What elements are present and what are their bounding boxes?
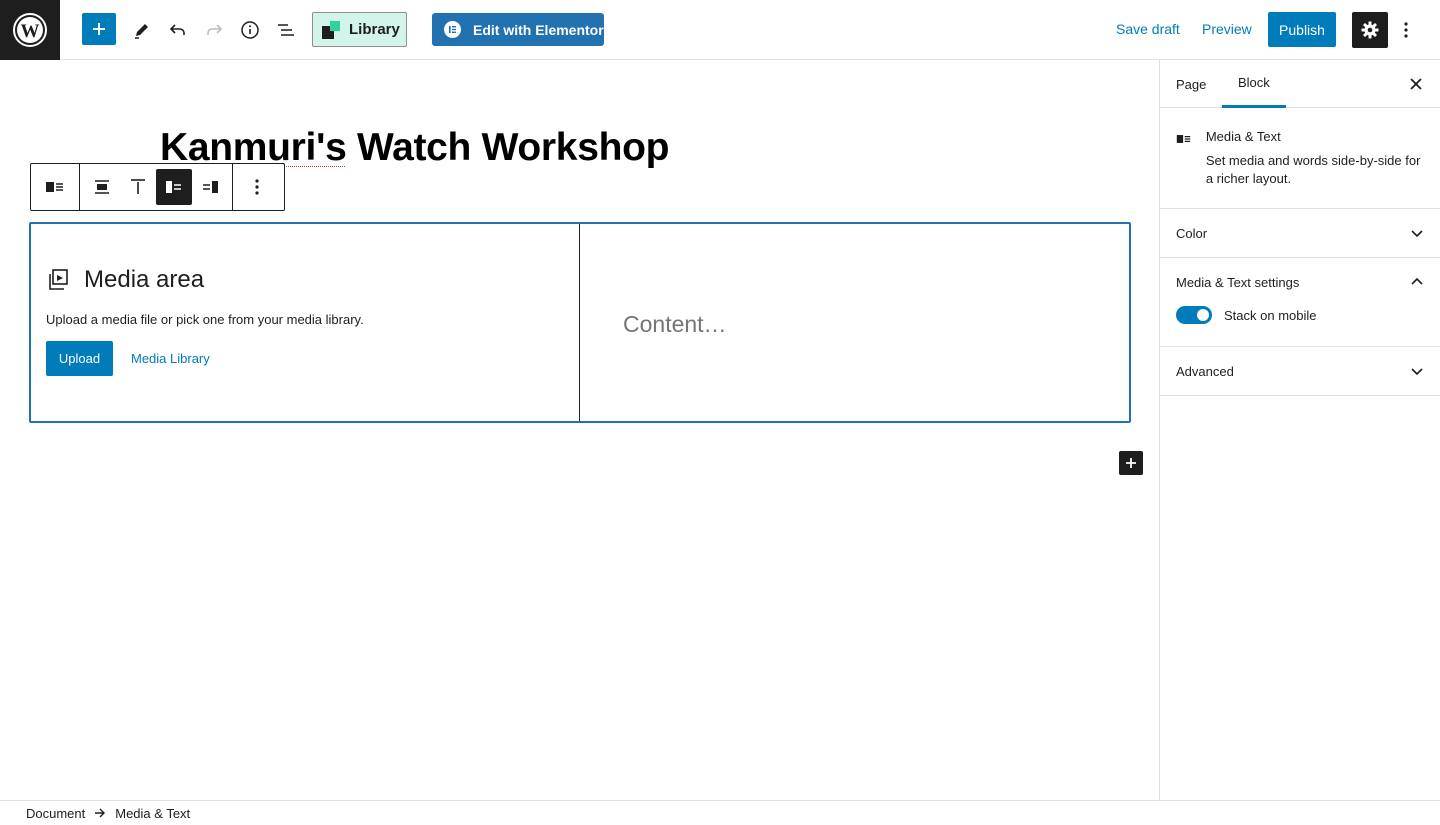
details-button[interactable] [232,12,268,48]
wordpress-logo-button[interactable]: W [0,0,60,60]
publish-button[interactable]: Publish [1268,12,1336,47]
align-top-button[interactable] [120,169,156,205]
edit-with-elementor-button[interactable]: Edit with Elementor [432,13,604,46]
add-block-button[interactable] [82,13,116,45]
redo-icon [207,24,223,35]
block-options-button[interactable] [239,169,275,205]
tab-page[interactable]: Page [1176,60,1206,108]
settings-button[interactable] [1352,12,1388,48]
chevron-down-icon [1411,230,1423,238]
close-sidebar-button[interactable] [1406,74,1426,94]
block-type-switcher[interactable] [37,169,73,205]
media-placeholder: Media area Upload a media file or pick o… [31,224,580,421]
chevron-down-icon [1411,368,1423,376]
redo-button[interactable] [196,12,232,48]
elementor-icon [444,21,461,38]
sidebar-tabs: Page Block [1160,60,1440,108]
color-panel-title: Color [1176,225,1208,241]
more-vertical-icon [255,179,259,195]
more-group [233,164,281,210]
library-button[interactable]: Library [312,12,407,47]
media-text-icon [1176,135,1191,143]
advanced-panel-title: Advanced [1176,363,1234,379]
preview-button[interactable]: Preview [1202,21,1252,37]
elementor-label: Edit with Elementor [473,21,604,38]
pull-right-icon [203,181,218,193]
pull-left-icon [166,181,181,193]
stack-on-mobile-row: Stack on mobile [1160,306,1440,346]
media-text-block[interactable]: Media area Upload a media file or pick o… [29,222,1131,423]
media-text-icon [46,182,63,192]
editor-header: W Library Edit with Elementor Save draft… [0,0,1440,60]
library-label: Library [349,21,400,38]
block-switcher-group [31,164,79,210]
advanced-panel: Advanced [1160,347,1440,396]
block-inserter-button[interactable] [1119,451,1143,475]
stack-on-mobile-label: Stack on mobile [1224,307,1317,323]
chevron-up-icon [1411,277,1423,285]
content-placeholder: Content… [623,311,727,337]
pencil-icon [135,24,148,39]
color-panel: Color [1160,209,1440,258]
media-area-description: Upload a media file or pick one from you… [46,312,364,327]
alignment-group [80,164,232,210]
media-right-button[interactable] [192,169,228,205]
color-panel-toggle[interactable]: Color [1160,209,1440,257]
settings-panel-title: Media & Text settings [1176,274,1300,290]
breadcrumb-document[interactable]: Document [26,806,85,821]
post-title-rest: Watch Workshop [346,126,670,169]
gear-icon [1361,21,1379,39]
list-view-button[interactable] [268,12,304,48]
block-card: Media & Text Set media and words side-by… [1160,108,1440,209]
info-icon [241,21,259,39]
media-area-heading: Media area [84,266,205,293]
breadcrumb-current: Media & Text [115,805,191,821]
media-actions: Upload Media Library [46,341,579,376]
breadcrumb: Document Media & Text [0,800,1440,825]
wordpress-icon: W [13,13,47,47]
tools-button[interactable] [124,12,160,48]
arrow-right-icon [95,808,106,818]
editor-canvas: Kanmuri's Watch Workshop Media area Uplo… [0,60,1159,800]
settings-sidebar: Page Block Media & Text Set media and wo… [1159,60,1440,800]
options-menu-button[interactable] [1392,12,1420,48]
library-logo-icon [322,20,340,39]
plus-icon [1126,458,1136,468]
undo-icon [169,24,185,35]
block-toolbar [30,163,285,211]
media-library-button[interactable]: Media Library [131,351,210,366]
align-center-icon [95,180,109,194]
save-draft-button[interactable]: Save draft [1116,21,1180,37]
media-placeholder-header: Media area [46,266,579,294]
settings-panel-toggle[interactable]: Media & Text settings [1160,258,1440,306]
media-icon [49,269,68,290]
block-card-title: Media & Text [1205,129,1281,144]
list-view-icon [278,24,294,36]
media-text-content[interactable]: Content… [580,224,1129,421]
block-card-description: Set media and words side-by-side for a r… [1205,153,1421,186]
tab-block[interactable]: Block [1222,60,1286,108]
advanced-panel-toggle[interactable]: Advanced [1160,347,1440,395]
block-card-text: Media & Text Set media and words side-by… [1206,128,1424,188]
media-text-settings-panel: Media & Text settings Stack on mobile [1160,258,1440,347]
media-left-button[interactable] [156,169,192,205]
svg-text:W: W [21,21,40,42]
undo-button[interactable] [160,12,196,48]
close-icon [1410,78,1422,90]
plus-icon [93,23,105,35]
stack-on-mobile-toggle[interactable] [1176,306,1212,324]
align-top-icon [131,179,145,194]
upload-button[interactable]: Upload [46,341,113,376]
more-vertical-icon [1404,22,1408,38]
align-center-button[interactable] [84,169,120,205]
